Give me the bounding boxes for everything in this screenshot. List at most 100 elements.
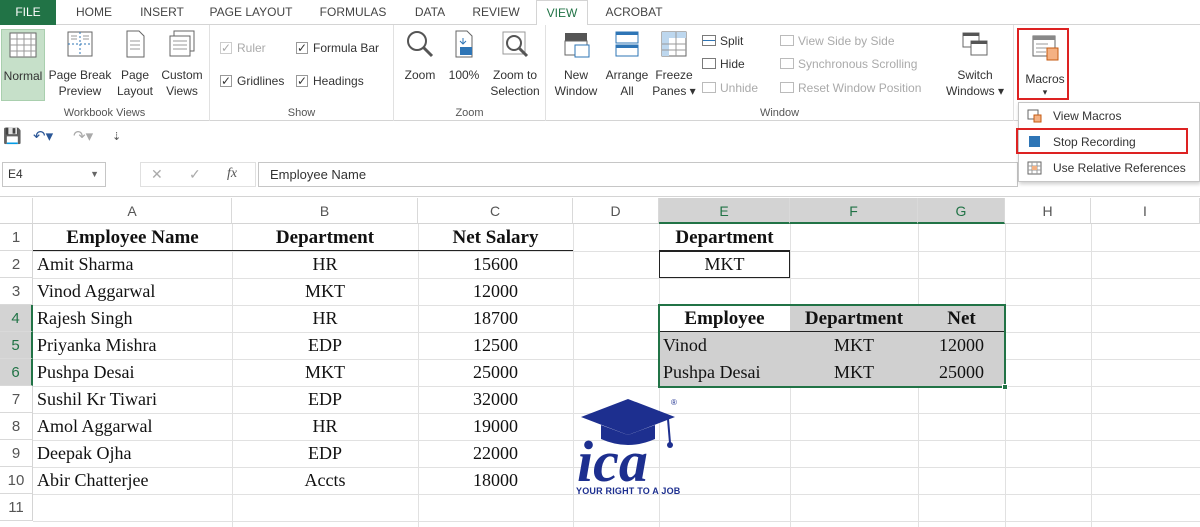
tab-page-layout[interactable]: PAGE LAYOUT xyxy=(204,0,298,25)
fill-handle[interactable] xyxy=(1002,384,1008,390)
custom-views-button[interactable]: Custom Views xyxy=(158,29,206,99)
row-header-7[interactable]: 7 xyxy=(0,386,33,413)
unhide-button[interactable]: Unhide xyxy=(702,79,758,97)
table-cell[interactable]: HR xyxy=(232,413,418,440)
table-cell[interactable]: 15600 xyxy=(418,251,573,278)
view-macros-menu-item[interactable]: View Macros xyxy=(1019,104,1199,128)
table-cell[interactable]: HR xyxy=(232,305,418,332)
view-side-by-side-button[interactable]: View Side by Side xyxy=(780,32,895,50)
col-header-c[interactable]: C xyxy=(418,198,573,224)
redo-icon[interactable]: ↷▾ xyxy=(73,127,93,145)
tab-view[interactable]: VIEW xyxy=(536,0,588,26)
zoom-to-selection-button[interactable]: Zoom to Selection xyxy=(486,29,544,99)
split-button[interactable]: Split xyxy=(702,32,743,50)
col-header-g[interactable]: G xyxy=(918,198,1005,224)
arrange-all-button[interactable]: Arrange All xyxy=(602,29,652,99)
col-header-b[interactable]: B xyxy=(232,198,418,224)
table-cell[interactable]: 25000 xyxy=(418,359,573,386)
switch-windows-button[interactable]: Switch Windows ▾ xyxy=(942,29,1008,99)
table-row[interactable]: Rajesh Singh xyxy=(33,305,232,332)
col-header-i[interactable]: I xyxy=(1091,198,1200,224)
page-break-preview-button[interactable]: Page Break Preview xyxy=(48,29,112,99)
tab-data[interactable]: DATA xyxy=(404,0,456,25)
formula-input[interactable]: Employee Name xyxy=(258,162,1018,187)
table-cell[interactable]: HR xyxy=(232,251,418,278)
result-header-net[interactable]: Net xyxy=(918,305,1005,332)
col-header-h[interactable]: H xyxy=(1005,198,1091,224)
table-cell[interactable]: 32000 xyxy=(418,386,573,413)
result-cell[interactable]: MKT xyxy=(790,332,918,359)
table-cell[interactable]: EDP xyxy=(232,440,418,467)
row-header-4[interactable]: 4 xyxy=(0,305,33,332)
page-layout-button[interactable]: Page Layout xyxy=(114,29,156,99)
reset-window-position-button[interactable]: Reset Window Position xyxy=(780,79,921,97)
col-header-e[interactable]: E xyxy=(659,198,790,224)
row-header-8[interactable]: 8 xyxy=(0,413,33,440)
result-header-department[interactable]: Department xyxy=(790,305,918,332)
enter-icon[interactable]: ✓ xyxy=(189,166,201,183)
use-relative-references-menu-item[interactable]: Use Relative References xyxy=(1019,156,1199,180)
freeze-panes-button[interactable]: Freeze Panes ▾ xyxy=(652,29,696,99)
col-header-a[interactable]: A xyxy=(33,198,232,224)
tab-file[interactable]: FILE xyxy=(0,0,56,25)
row-header-1[interactable]: 1 xyxy=(0,224,33,251)
table-cell[interactable]: MKT xyxy=(232,359,418,386)
table-row[interactable]: Amit Sharma xyxy=(33,251,232,278)
row-header-2[interactable]: 2 xyxy=(0,251,33,278)
tab-acrobat[interactable]: ACROBAT xyxy=(596,0,672,25)
row-header-3[interactable]: 3 xyxy=(0,278,33,305)
tab-insert[interactable]: INSERT xyxy=(130,0,194,25)
tab-review[interactable]: REVIEW xyxy=(464,0,528,25)
header-department[interactable]: Department xyxy=(232,224,418,251)
header-employee-name[interactable]: Employee Name xyxy=(33,224,232,251)
normal-view-button[interactable]: Normal xyxy=(1,29,45,101)
row-header-11[interactable]: 11 xyxy=(0,494,33,521)
result-cell[interactable]: 12000 xyxy=(918,332,1005,359)
table-cell[interactable]: 19000 xyxy=(418,413,573,440)
col-header-f[interactable]: F xyxy=(790,198,918,224)
result-row[interactable]: Vinod xyxy=(659,332,790,359)
table-row[interactable]: Amol Aggarwal xyxy=(33,413,232,440)
hide-button[interactable]: Hide xyxy=(702,55,745,73)
result-header-employee[interactable]: Employee xyxy=(659,305,790,332)
table-row[interactable]: Abir Chatterjee xyxy=(33,467,232,494)
table-cell[interactable]: EDP xyxy=(232,386,418,413)
table-cell[interactable]: EDP xyxy=(232,332,418,359)
row-header-9[interactable]: 9 xyxy=(0,440,33,467)
table-row[interactable]: Deepak Ojha xyxy=(33,440,232,467)
criteria-value[interactable]: MKT xyxy=(659,251,790,278)
tab-formulas[interactable]: FORMULAS xyxy=(310,0,396,25)
table-cell[interactable]: 18700 xyxy=(418,305,573,332)
row-header-10[interactable]: 10 xyxy=(0,467,33,494)
table-cell[interactable]: MKT xyxy=(232,278,418,305)
criteria-header-department[interactable]: Department xyxy=(659,224,790,251)
headings-checkbox[interactable]: Headings xyxy=(296,72,364,90)
tab-home[interactable]: HOME xyxy=(66,0,122,25)
ruler-checkbox[interactable]: Ruler xyxy=(220,39,266,57)
table-cell[interactable]: 18000 xyxy=(418,467,573,494)
table-row[interactable]: Priyanka Mishra xyxy=(33,332,232,359)
gridlines-checkbox[interactable]: Gridlines xyxy=(220,72,284,90)
table-cell[interactable]: 12500 xyxy=(418,332,573,359)
customize-qat-icon[interactable]: ⇣ xyxy=(112,130,121,143)
result-cell[interactable]: MKT xyxy=(790,359,918,386)
row-header-6[interactable]: 6 xyxy=(0,359,33,386)
table-cell[interactable]: 22000 xyxy=(418,440,573,467)
zoom-button[interactable]: Zoom xyxy=(400,29,440,83)
result-row[interactable]: Pushpa Desai xyxy=(659,359,790,386)
col-header-d[interactable]: D xyxy=(573,198,659,224)
insert-function-icon[interactable]: fx xyxy=(227,166,237,182)
table-row[interactable]: Sushil Kr Tiwari xyxy=(33,386,232,413)
table-cell[interactable]: 12000 xyxy=(418,278,573,305)
row-header-5[interactable]: 5 xyxy=(0,332,33,359)
table-cell[interactable]: Accts xyxy=(232,467,418,494)
chevron-down-icon[interactable]: ▼ xyxy=(90,163,99,186)
header-net-salary[interactable]: Net Salary xyxy=(418,224,573,251)
cancel-icon[interactable]: ✕ xyxy=(151,166,163,183)
new-window-button[interactable]: New Window xyxy=(552,29,600,99)
table-row[interactable]: Vinod Aggarwal xyxy=(33,278,232,305)
table-row[interactable]: Pushpa Desai xyxy=(33,359,232,386)
select-all-corner[interactable] xyxy=(0,198,33,224)
synchronous-scrolling-button[interactable]: Synchronous Scrolling xyxy=(780,55,917,73)
formula-bar-checkbox[interactable]: Formula Bar xyxy=(296,39,379,57)
